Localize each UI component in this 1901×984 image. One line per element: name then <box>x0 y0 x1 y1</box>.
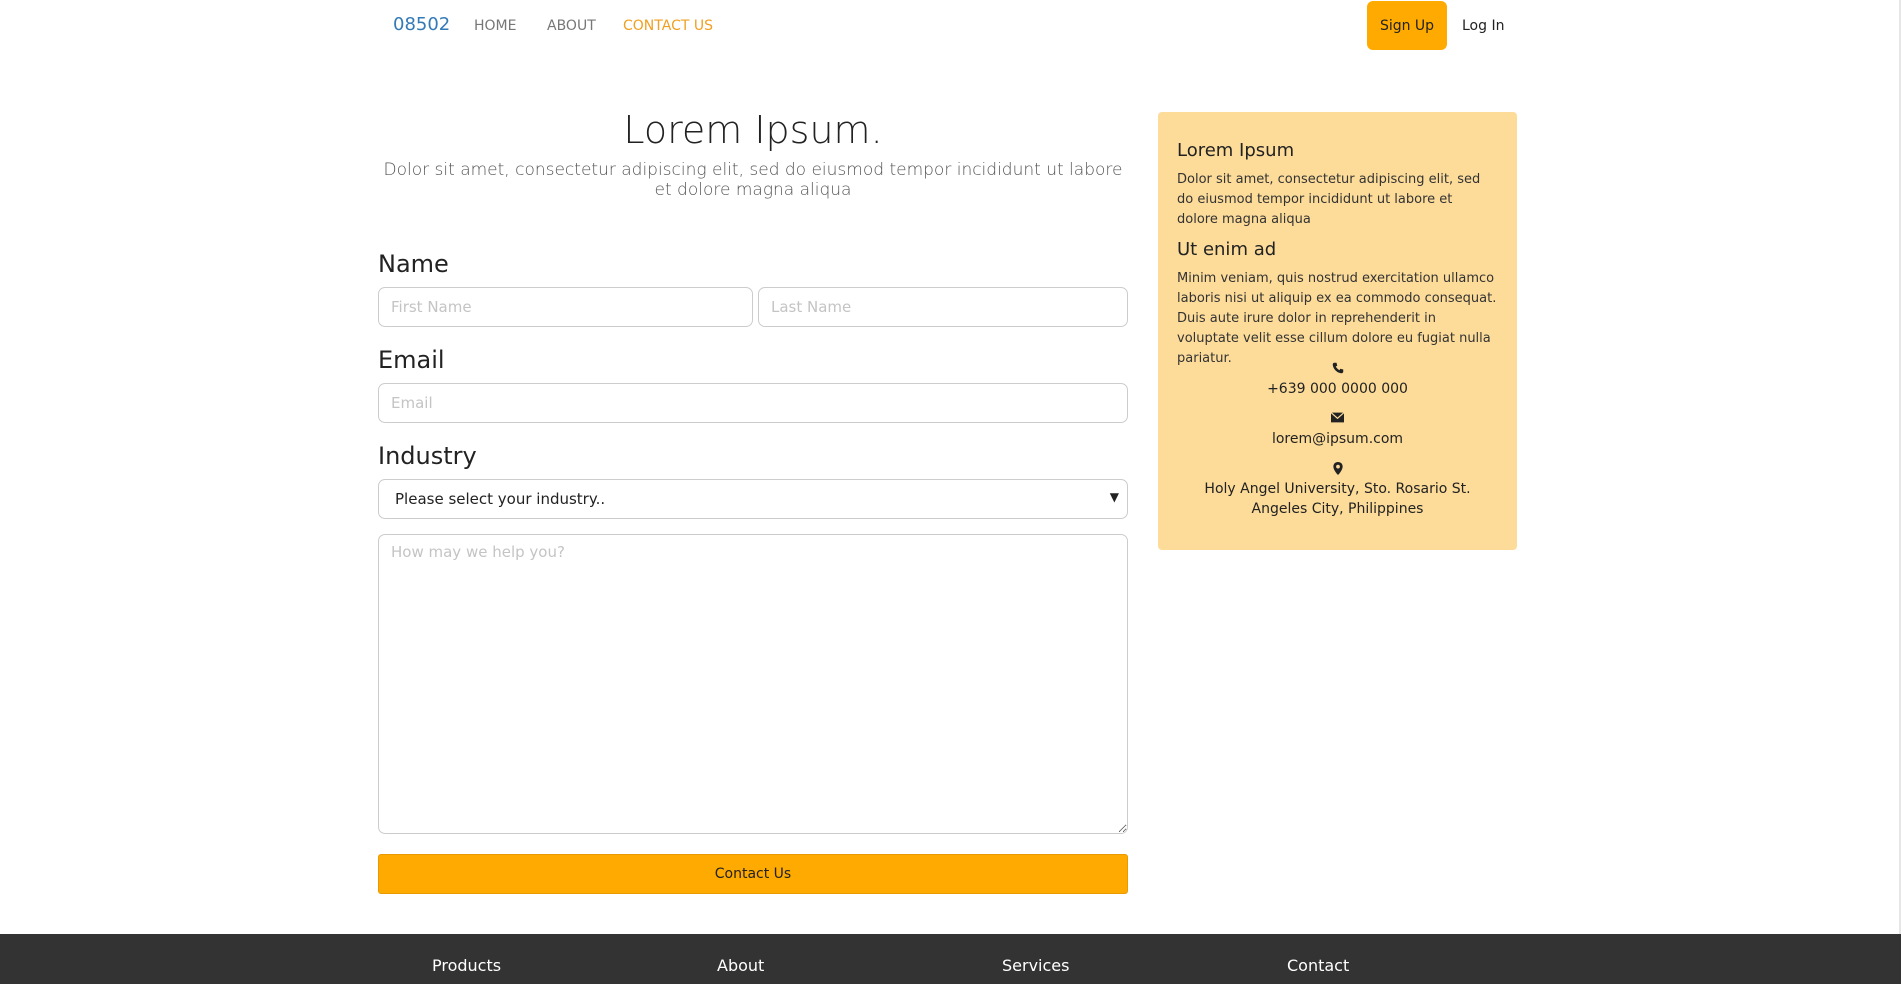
contact-email: lorem@ipsum.com <box>1271 431 1404 447</box>
login-link[interactable]: Log In <box>1462 18 1504 34</box>
footer-products-link[interactable]: Products <box>432 956 501 975</box>
footer-services-link[interactable]: Services <box>1002 956 1069 975</box>
message-textarea[interactable] <box>378 534 1128 834</box>
footer: Products About Services Contact <box>0 934 1901 984</box>
info-text-2: Minim veniam, quis nostrud exercitation … <box>1177 271 1497 366</box>
signup-button[interactable]: Sign Up <box>1367 1 1447 50</box>
name-label: Name <box>378 250 449 278</box>
industry-selected-value: Please select your industry.. <box>395 490 606 508</box>
contact-us-button[interactable]: Contact Us <box>378 854 1128 894</box>
brand-logo[interactable]: 08502 <box>393 14 450 35</box>
info-heading-2: Ut enim ad <box>1177 239 1277 260</box>
footer-contact-link[interactable]: Contact <box>1287 956 1349 975</box>
envelope-icon <box>1158 412 1517 427</box>
email-label: Email <box>378 346 445 374</box>
last-name-input[interactable] <box>758 287 1128 327</box>
nav-about-link[interactable]: ABOUT <box>547 18 596 34</box>
industry-select[interactable]: Please select your industry.. ▼ <box>378 479 1128 519</box>
contact-info-card: Lorem Ipsum Dolor sit amet, consectetur … <box>1158 112 1517 550</box>
map-marker-icon <box>1158 462 1517 479</box>
phone-icon <box>1158 362 1517 378</box>
nav-contact-link[interactable]: CONTACT US <box>623 18 713 34</box>
info-heading-1: Lorem Ipsum <box>1177 140 1295 161</box>
page-title: Lorem Ipsum. <box>623 108 883 152</box>
info-text-1: Dolor sit amet, consectetur adipiscing e… <box>1177 172 1481 227</box>
caret-down-icon: ▼ <box>1109 490 1119 504</box>
contact-address: Holy Angel University, Sto. Rosario St. … <box>1204 481 1471 517</box>
industry-label: Industry <box>378 442 477 470</box>
nav-home-link[interactable]: HOME <box>474 18 516 34</box>
email-input[interactable] <box>378 383 1128 423</box>
navbar: 08502 HOME ABOUT CONTACT US Sign Up Log … <box>0 0 1901 52</box>
page-subtitle: Dolor sit amet, consectetur adipiscing e… <box>383 160 1123 200</box>
phone-number: +639 000 0000 000 <box>1267 381 1408 397</box>
footer-about-link[interactable]: About <box>717 956 764 975</box>
first-name-input[interactable] <box>378 287 753 327</box>
